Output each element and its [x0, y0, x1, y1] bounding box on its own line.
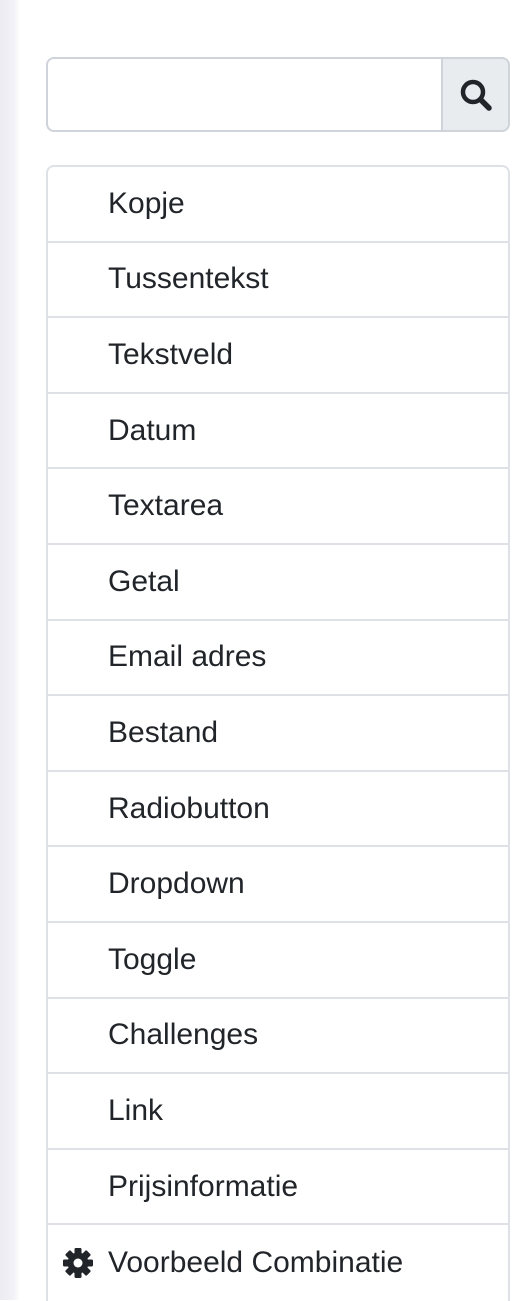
list-item-radiobutton[interactable]: Radiobutton	[48, 772, 508, 848]
list-item-label: Getal	[108, 564, 180, 598]
list-item-label: Challenges	[108, 1018, 259, 1052]
list-item-getal[interactable]: Getal	[48, 545, 508, 621]
list-item-tekstveld[interactable]: Tekstveld	[48, 318, 508, 394]
list-item-link[interactable]: Link	[48, 1074, 508, 1150]
element-list: Kopje Tussentekst Tekstveld Datum Textar…	[46, 165, 510, 1301]
list-item-bestand[interactable]: Bestand	[48, 696, 508, 772]
list-item-datum[interactable]: Datum	[48, 394, 508, 470]
search-input[interactable]	[46, 57, 441, 132]
search-group	[46, 57, 510, 132]
list-item-challenges[interactable]: Challenges	[48, 999, 508, 1075]
list-item-label: Radiobutton	[108, 791, 270, 825]
list-item-toggle[interactable]: Toggle	[48, 923, 508, 999]
list-item-label: Datum	[108, 413, 197, 447]
list-item-label: Kopje	[108, 186, 185, 220]
search-icon	[460, 79, 492, 111]
search-button[interactable]	[441, 57, 510, 132]
list-item-label: Email adres	[108, 640, 267, 674]
list-item-dropdown[interactable]: Dropdown	[48, 847, 508, 923]
list-item-label: Dropdown	[108, 867, 245, 901]
list-item-label: Prijsinformatie	[108, 1169, 299, 1203]
list-item-textarea[interactable]: Textarea	[48, 469, 508, 545]
list-item-label: Link	[108, 1093, 164, 1127]
list-item-kopje[interactable]: Kopje	[48, 167, 508, 243]
sidebar-edge	[0, 0, 20, 1300]
list-item-prijsinformatie[interactable]: Prijsinformatie	[48, 1150, 508, 1226]
list-item-voorbeeld-combinatie[interactable]: Voorbeeld Combinatie	[48, 1225, 508, 1301]
gear-icon	[63, 1248, 93, 1279]
list-item-label: Toggle	[108, 942, 197, 976]
list-item-label: Bestand	[108, 715, 219, 749]
list-item-label: Tekstveld	[108, 337, 234, 371]
list-item-tussentekst[interactable]: Tussentekst	[48, 243, 508, 319]
list-item-email-adres[interactable]: Email adres	[48, 621, 508, 697]
list-item-label: Voorbeeld Combinatie	[108, 1246, 404, 1280]
list-item-label: Tussentekst	[108, 262, 269, 296]
list-item-label: Textarea	[108, 489, 224, 523]
